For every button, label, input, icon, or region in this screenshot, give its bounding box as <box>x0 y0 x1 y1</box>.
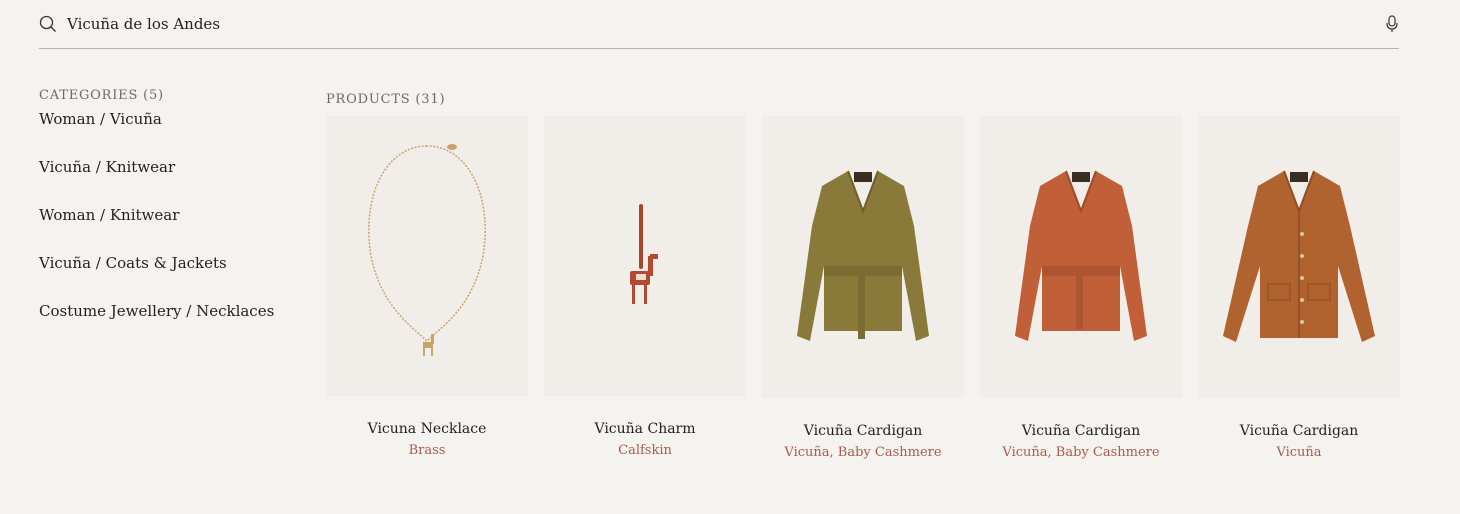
search-bar <box>39 0 1399 49</box>
category-item[interactable]: Costume Jewellery / Necklaces <box>39 303 299 351</box>
product-card[interactable]: Vicuna Necklace Brass <box>326 116 528 460</box>
product-image[interactable] <box>544 116 746 396</box>
category-item[interactable]: Vicuña / Knitwear <box>39 159 299 207</box>
product-material: Vicuña, Baby Cashmere <box>1002 445 1160 460</box>
categories-panel: CATEGORIES (5) Woman / Vicuña Vicuña / K… <box>39 88 299 351</box>
products-title: PRODUCTS (31) <box>326 92 446 107</box>
product-image[interactable] <box>1198 116 1400 398</box>
category-item[interactable]: Vicuña / Coats & Jackets <box>39 255 299 303</box>
category-item[interactable]: Woman / Knitwear <box>39 207 299 255</box>
microphone-icon[interactable] <box>1385 15 1399 33</box>
product-image[interactable] <box>326 116 528 396</box>
categories-list: Woman / Vicuña Vicuña / Knitwear Woman /… <box>39 111 299 351</box>
product-name: Vicuna Necklace <box>367 421 487 437</box>
product-card[interactable]: Vicuña Cardigan Vicuña, Baby Cashmere <box>980 116 1182 460</box>
product-image[interactable] <box>980 116 1182 398</box>
product-card[interactable]: Vicuña Charm Calfskin <box>544 116 746 460</box>
product-material: Calfskin <box>618 443 672 458</box>
product-image[interactable] <box>762 116 964 398</box>
product-material: Vicuña <box>1276 445 1322 460</box>
category-item[interactable]: Woman / Vicuña <box>39 111 299 159</box>
product-card[interactable]: Vicuña Cardigan Vicuña, Baby Cashmere <box>762 116 964 460</box>
product-name: Vicuña Cardigan <box>1021 423 1141 439</box>
product-card[interactable]: Vicuña Cardigan Vicuña <box>1198 116 1400 460</box>
search-input[interactable] <box>67 9 1385 39</box>
search-icon[interactable] <box>39 15 57 33</box>
product-material: Vicuña, Baby Cashmere <box>784 445 942 460</box>
product-name: Vicuña Cardigan <box>803 423 923 439</box>
products-panel: PRODUCTS (31) Vicuna Necklace Brass Vicu… <box>326 92 1400 460</box>
product-grid: Vicuna Necklace Brass Vicuña Charm Calfs… <box>326 116 1400 460</box>
product-name: Vicuña Cardigan <box>1239 423 1359 439</box>
categories-title: CATEGORIES (5) <box>39 88 164 103</box>
product-name: Vicuña Charm <box>594 421 696 437</box>
product-material: Brass <box>408 443 446 458</box>
